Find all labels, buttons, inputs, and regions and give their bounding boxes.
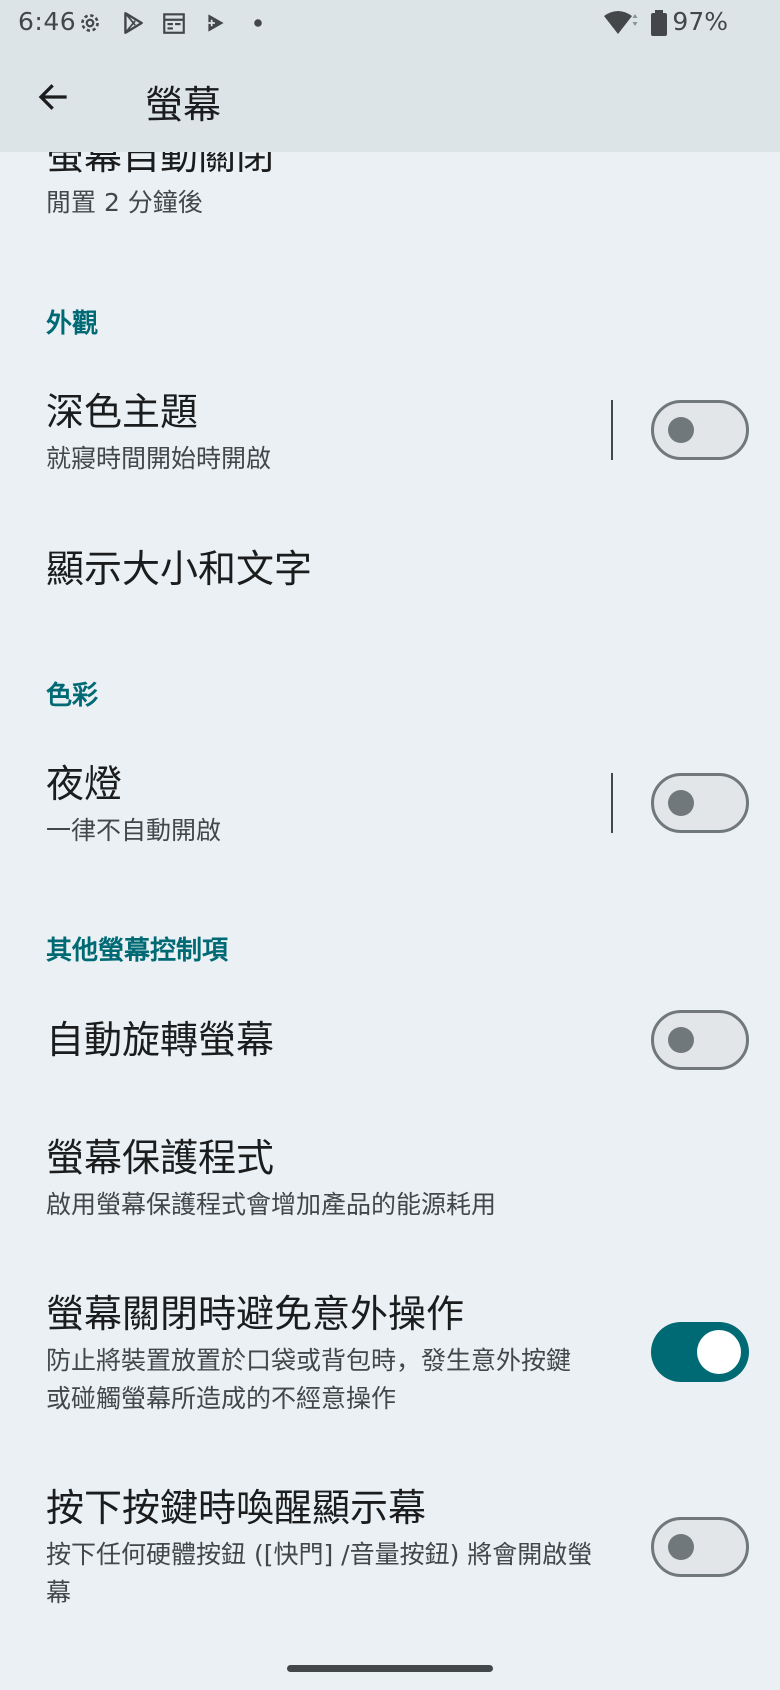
gesture-nav-handle[interactable] [287,1665,493,1672]
status-time: 6:46 [18,7,77,36]
wifi-icon [602,10,640,36]
settings-icon [77,10,103,36]
page-title: 螢幕 [145,83,222,127]
switch-thumb [668,1027,694,1053]
wake-on-key-summary-line2: 幕 [46,1578,72,1607]
wake-on-key-summary: 按下任何硬體按鈕 ([快門] /音量按鈕) 將會開啟螢 幕 [46,1536,592,1612]
status-bar: 6:46 97% [0,0,780,46]
dot-icon [245,10,271,36]
night-light-switch[interactable] [651,773,749,833]
night-light-divider [611,773,613,833]
switch-thumb [668,790,694,816]
appearance-category-header: 外觀 [46,309,99,339]
wake-on-key-item[interactable]: 按下按鍵時喚醒顯示幕 按下任何硬體按鈕 ([快門] /音量按鈕) 將會開啟螢 幕 [46,1484,592,1612]
screensaver-item[interactable]: 螢幕保護程式 啟用螢幕保護程式會增加產品的能源耗用 [46,1134,496,1224]
auto-rotate-title: 自動旋轉螢幕 [46,1018,275,1062]
night-light-item[interactable]: 夜燈 一律不自動開啟 [46,760,221,850]
play-store-icon [120,10,146,36]
pocket-mode-item[interactable]: 螢幕關閉時避免意外操作 防止將裝置放置於口袋或背包時，發生意外按鍵 或碰觸螢幕所… [46,1290,571,1418]
screensaver-summary: 啟用螢幕保護程式會增加產品的能源耗用 [46,1190,497,1219]
screensaver-title: 螢幕保護程式 [46,1136,275,1180]
app-bar: 螢幕 [0,46,780,152]
display-size-item[interactable]: 顯示大小和文字 [46,545,312,593]
pocket-mode-summary: 防止將裝置放置於口袋或背包時，發生意外按鍵 或碰觸螢幕所造成的不經意操作 [46,1342,571,1418]
pocket-mode-title: 螢幕關閉時避免意外操作 [46,1292,465,1336]
battery-percentage: 97% [672,7,728,36]
auto-rotate-switch[interactable] [651,1010,749,1070]
wake-on-key-switch[interactable] [651,1517,749,1577]
other-controls-category-header: 其他螢幕控制項 [46,936,229,966]
back-button[interactable] [26,72,80,126]
dark-theme-switch[interactable] [651,400,749,460]
dark-theme-divider [611,400,613,460]
switch-thumb [697,1330,741,1374]
switch-thumb [668,1534,694,1560]
night-light-title: 夜燈 [46,762,123,806]
switch-thumb [668,417,694,443]
night-light-summary: 一律不自動開啟 [46,816,222,845]
settings-list: 螢幕自動關閉 閒置 2 分鐘後 外觀 深色主題 就寢時間開始時開啟 顯示大小和文… [0,0,780,1690]
arrow-back-icon [35,79,71,119]
pocket-mode-summary-line2: 或碰觸螢幕所造成的不經意操作 [46,1384,397,1413]
dark-theme-item[interactable]: 深色主題 就寢時間開始時開啟 [46,388,271,478]
battery-icon [650,10,668,36]
color-category-header: 色彩 [46,681,99,711]
pocket-mode-summary-line1: 防止將裝置放置於口袋或背包時，發生意外按鍵 [46,1346,572,1375]
auto-rotate-item[interactable]: 自動旋轉螢幕 [46,1016,274,1064]
display-size-title: 顯示大小和文字 [46,547,313,591]
dark-theme-summary: 就寢時間開始時開啟 [46,444,272,473]
dark-theme-title: 深色主題 [46,390,199,434]
screen-timeout-summary: 閒置 2 分鐘後 [46,188,203,217]
calendar-icon [161,10,187,36]
pocket-mode-switch[interactable] [651,1322,749,1382]
play-games-icon [203,10,229,36]
wake-on-key-summary-line1: 按下任何硬體按鈕 ([快門] /音量按鈕) 將會開啟螢 [46,1540,593,1569]
wake-on-key-title: 按下按鍵時喚醒顯示幕 [46,1486,427,1530]
